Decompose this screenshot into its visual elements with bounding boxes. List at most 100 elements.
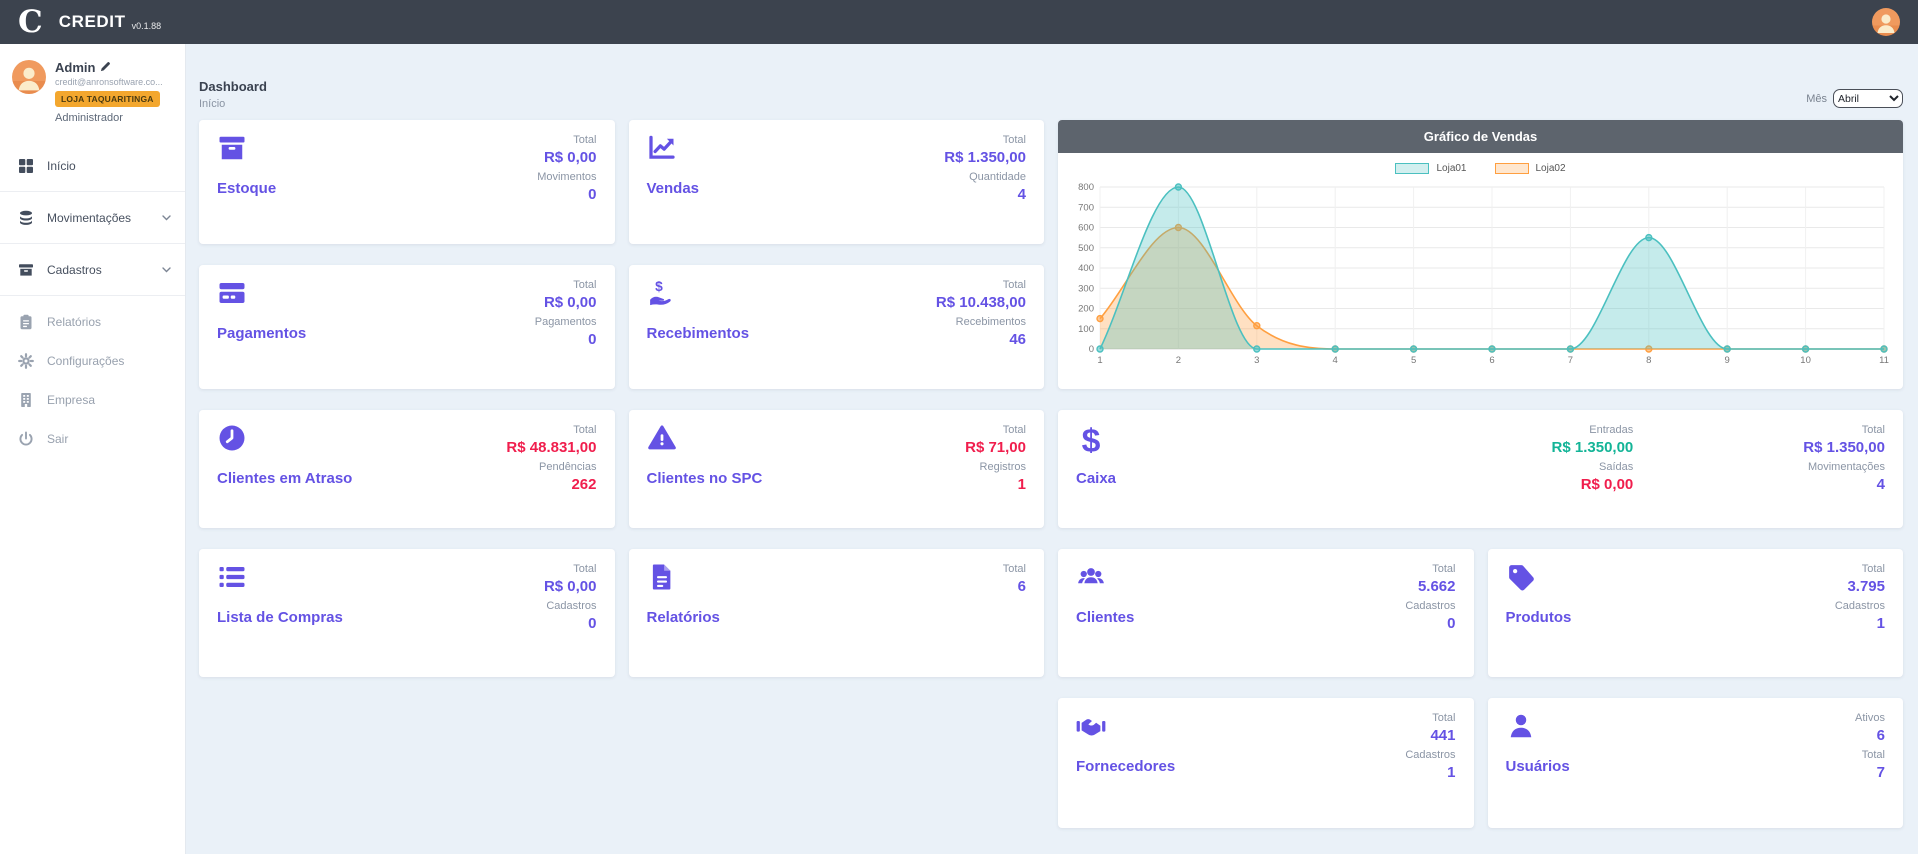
stat-value: 1: [1835, 614, 1885, 633]
card-relatorios[interactable]: Relatórios Total 6: [629, 549, 1045, 677]
clipboard-icon: [18, 314, 34, 330]
stat-label: Total: [1803, 423, 1885, 438]
svg-text:1: 1: [1097, 355, 1102, 366]
svg-text:11: 11: [1879, 355, 1889, 366]
stat-label: Saídas: [1552, 460, 1634, 475]
svg-text:100: 100: [1078, 324, 1094, 335]
sidebar-item-label: Relatórios: [47, 315, 101, 329]
stat-value: R$ 0,00: [544, 577, 597, 596]
svg-text:5: 5: [1411, 355, 1416, 366]
month-select[interactable]: Abril: [1833, 89, 1903, 108]
chevron-down-icon: [162, 267, 171, 273]
sales-chart: 01002003004005006007008001234567891011: [1068, 177, 1892, 373]
stat-value: R$ 0,00: [537, 148, 596, 167]
stat-label: Pagamentos: [535, 315, 597, 330]
svg-text:2: 2: [1176, 355, 1181, 366]
app-logo: C: [18, 0, 43, 44]
divider: [0, 191, 185, 192]
card-vendas[interactable]: Vendas Total R$ 1.350,00 Quantidade 4: [629, 120, 1045, 244]
edit-pencil-icon[interactable]: [100, 60, 111, 75]
sidebar-item-empresa[interactable]: Empresa: [0, 380, 185, 419]
sales-chart-panel: Gráfico de Vendas Loja01Loja02 010020030…: [1058, 120, 1903, 389]
card-fornecedores[interactable]: Fornecedores Total 441 Cadastros 1: [1058, 698, 1474, 828]
archive-icon: [18, 262, 34, 278]
stat-value: 6: [1003, 577, 1026, 596]
card-title: Clientes: [1076, 609, 1134, 626]
svg-text:$: $: [1082, 423, 1101, 453]
sidebar-item-configuracoes[interactable]: Configurações: [0, 341, 185, 380]
card-clientes-em-atraso[interactable]: Clientes em Atraso Total R$ 48.831,00 Pe…: [199, 410, 615, 528]
chevron-down-icon: [162, 215, 171, 221]
sidebar-item-label: Início: [47, 159, 76, 173]
stat-label: Total: [944, 133, 1026, 148]
svg-text:4: 4: [1333, 355, 1338, 366]
svg-text:800: 800: [1078, 182, 1094, 193]
card-title: Fornecedores: [1076, 758, 1175, 775]
box-icon: [217, 133, 247, 163]
stat-label: Movimentações: [1803, 460, 1885, 475]
sidebar-item-label: Sair: [47, 432, 68, 446]
card-title: Estoque: [217, 180, 276, 197]
card-title: Vendas: [647, 180, 700, 197]
handshake-icon: [1076, 711, 1106, 741]
card-estoque[interactable]: Estoque Total R$ 0,00 Movimentos 0: [199, 120, 615, 244]
card-caixa[interactable]: $ Caixa Entradas R$ 1.350,00 Saídas R$ 0…: [1058, 410, 1903, 528]
store-badge: LOJA TAQUARITINGA: [55, 91, 160, 107]
stat-value: 46: [936, 330, 1026, 349]
database-icon: [18, 210, 34, 226]
card-title: Recebimentos: [647, 325, 750, 342]
svg-text:200: 200: [1078, 304, 1094, 315]
sidebar: Admin credit@anronsoftware.co... LOJA TA…: [0, 44, 186, 854]
stat-value: R$ 48.831,00: [506, 438, 596, 457]
card-clientes[interactable]: Clientes Total 5.662 Cadastros 0: [1058, 549, 1474, 677]
svg-text:500: 500: [1078, 243, 1094, 254]
user-avatar-icon[interactable]: [1872, 8, 1900, 36]
svg-text:3: 3: [1254, 355, 1259, 366]
month-label: Mês: [1806, 93, 1827, 105]
svg-text:700: 700: [1078, 202, 1094, 213]
legend-swatch: [1495, 163, 1529, 174]
dashboard-grid: Estoque Total R$ 0,00 Movimentos 0 Venda…: [199, 120, 1903, 828]
card-lista-de-compras[interactable]: Lista de Compras Total R$ 0,00 Cadastros…: [199, 549, 615, 677]
legend-swatch: [1395, 163, 1429, 174]
card-title: Produtos: [1506, 609, 1572, 626]
user-icon: [1506, 711, 1536, 741]
card-pagamentos[interactable]: Pagamentos Total R$ 0,00 Pagamentos 0: [199, 265, 615, 389]
stat-label: Entradas: [1552, 423, 1634, 438]
svg-text:$: $: [655, 279, 663, 294]
stat-label: Cadastros: [1405, 599, 1455, 614]
hand-dollar-icon: $: [647, 278, 677, 308]
sidebar-item-relatorios[interactable]: Relatórios: [0, 302, 185, 341]
file-icon: [647, 562, 677, 592]
stat-value: 6: [1855, 726, 1885, 745]
card-usuarios[interactable]: Usuários Ativos 6 Total 7: [1488, 698, 1904, 828]
divider: [0, 243, 185, 244]
tag-icon: [1506, 562, 1536, 592]
sidebar-avatar[interactable]: [12, 60, 46, 94]
power-icon: [18, 431, 34, 447]
legend-item[interactable]: Loja01: [1395, 163, 1466, 174]
svg-text:400: 400: [1078, 263, 1094, 274]
card-title: Clientes no SPC: [647, 470, 763, 487]
chart-legend: Loja01 Loja02: [1068, 163, 1893, 174]
gear-icon: [18, 353, 34, 369]
sidebar-item-cadastros[interactable]: Cadastros: [0, 250, 185, 289]
stat-label: Total: [537, 133, 596, 148]
building-icon: [18, 392, 34, 408]
legend-item[interactable]: Loja02: [1495, 163, 1566, 174]
stat-label: Cadastros: [1405, 748, 1455, 763]
stat-label: Total: [544, 562, 597, 577]
card-recebimentos[interactable]: $ Recebimentos Total R$ 10.438,00 Recebi…: [629, 265, 1045, 389]
user-role: Administrador: [55, 112, 163, 124]
card-clientes-no-spc[interactable]: Clientes no SPC Total R$ 71,00 Registros…: [629, 410, 1045, 528]
stat-value: R$ 1.350,00: [1803, 438, 1885, 457]
sidebar-item-sair[interactable]: Sair: [0, 419, 185, 458]
page-subtitle: Início: [199, 98, 267, 110]
app-name: CREDIT: [59, 12, 126, 32]
sidebar-item-movimentacoes[interactable]: Movimentações: [0, 198, 185, 237]
stat-label: Cadastros: [1835, 599, 1885, 614]
stat-value: R$ 0,00: [1552, 475, 1634, 494]
stat-value: 0: [1405, 614, 1455, 633]
sidebar-item-inicio[interactable]: Início: [0, 146, 185, 185]
card-produtos[interactable]: Produtos Total 3.795 Cadastros 1: [1488, 549, 1904, 677]
